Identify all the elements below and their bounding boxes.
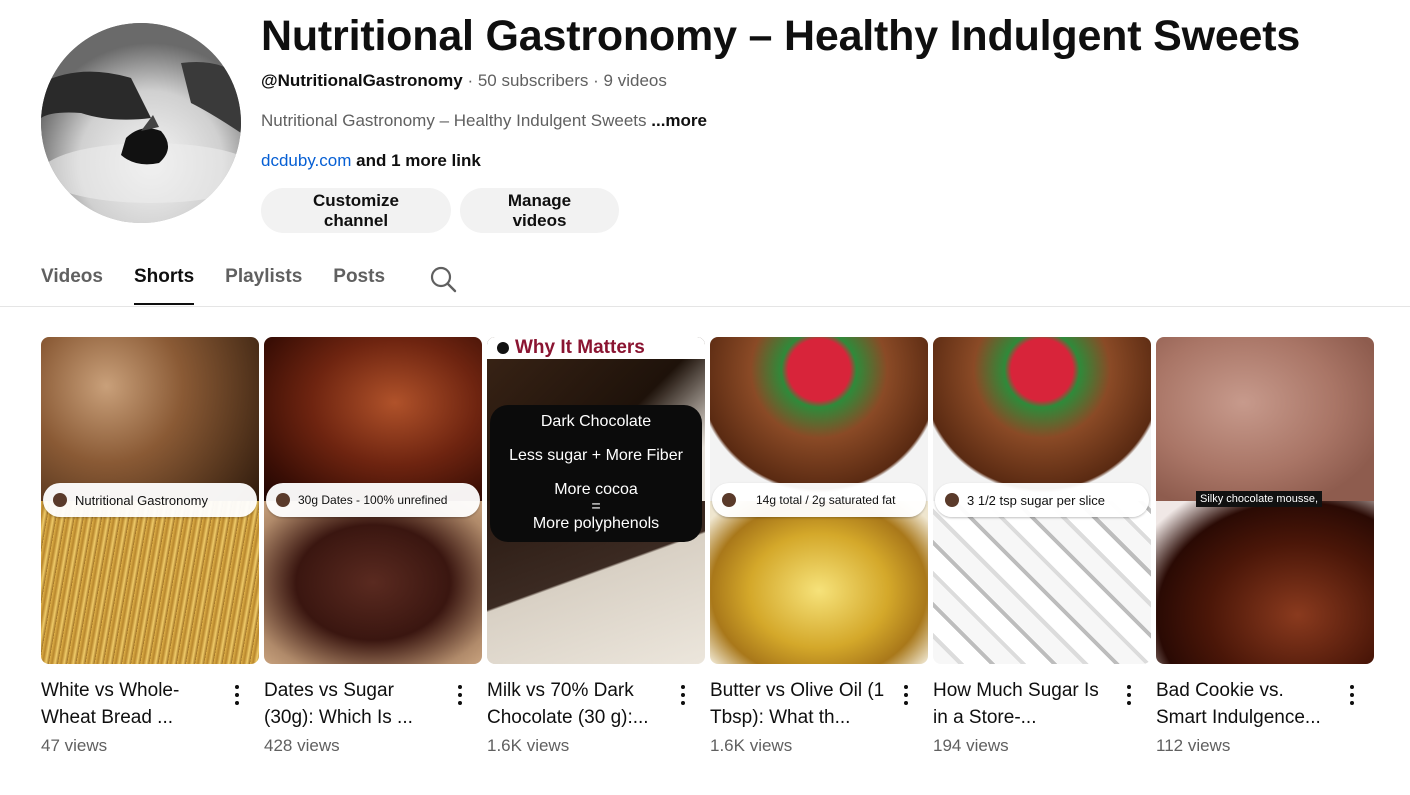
- search-icon[interactable]: [429, 265, 457, 293]
- short-title[interactable]: Milk vs 70% Dark Chocolate (30 g):...: [487, 677, 667, 731]
- bullet-icon: [497, 342, 509, 354]
- short-card[interactable]: 14g total / 2g saturated fat Butter vs O…: [710, 337, 928, 756]
- short-title[interactable]: White vs Whole-Wheat Bread ...: [41, 677, 221, 731]
- short-thumbnail[interactable]: 3 1/2 tsp sugar per slice: [933, 337, 1151, 664]
- channel-logo-icon: [53, 493, 67, 507]
- more-vert-icon[interactable]: [1119, 682, 1139, 708]
- short-views: 47 views: [41, 736, 108, 755]
- more-vert-icon[interactable]: [1342, 682, 1362, 708]
- description-more-link[interactable]: ...more: [651, 111, 707, 130]
- more-links-button[interactable]: and 1 more link: [356, 151, 481, 170]
- channel-website-link[interactable]: dcduby.com: [261, 151, 351, 170]
- tabs-divider: [0, 306, 1410, 307]
- short-card[interactable]: 3 1/2 tsp sugar per slice How Much Sugar…: [933, 337, 1151, 756]
- short-card[interactable]: Nutritional Gastronomy White vs Whole-Wh…: [41, 337, 259, 756]
- more-vert-icon[interactable]: [227, 682, 247, 708]
- short-overlay-box: Dark Chocolate Less sugar + More Fiber M…: [490, 405, 702, 542]
- short-title[interactable]: Bad Cookie vs. Smart Indulgence...: [1156, 677, 1336, 731]
- more-vert-icon[interactable]: [673, 682, 693, 708]
- tab-playlists[interactable]: Playlists: [225, 257, 302, 305]
- short-card[interactable]: 30g Dates - 100% unrefined Dates vs Suga…: [264, 337, 482, 756]
- channel-description[interactable]: Nutritional Gastronomy – Healthy Indulge…: [261, 111, 707, 131]
- short-overlay-caption: 14g total / 2g saturated fat: [712, 483, 926, 517]
- channel-meta: @NutritionalGastronomy · 50 subscribers …: [261, 71, 667, 91]
- video-count: 9 videos: [603, 71, 667, 90]
- short-card[interactable]: Why It Matters Dark Chocolate Less sugar…: [487, 337, 705, 756]
- manage-videos-button[interactable]: Manage videos: [460, 188, 619, 233]
- description-text: Nutritional Gastronomy – Healthy Indulge…: [261, 111, 647, 130]
- channel-links[interactable]: dcduby.com and 1 more link: [261, 151, 481, 171]
- short-views: 1.6K views: [487, 736, 570, 755]
- short-overlay-caption: Silky chocolate mousse,: [1196, 491, 1322, 507]
- short-title[interactable]: Dates vs Sugar (30g): Which Is ...: [264, 677, 444, 731]
- channel-title: Nutritional Gastronomy – Healthy Indulge…: [261, 12, 1301, 60]
- short-title[interactable]: How Much Sugar Is in a Store-...: [933, 677, 1113, 731]
- short-thumbnail[interactable]: Silky chocolate mousse,: [1156, 337, 1374, 664]
- short-title[interactable]: Butter vs Olive Oil (1 Tbsp): What th...: [710, 677, 890, 731]
- more-vert-icon[interactable]: [450, 682, 470, 708]
- tab-shorts[interactable]: Shorts: [133, 257, 195, 305]
- meta-separator: ·: [593, 71, 599, 90]
- short-views: 428 views: [264, 736, 340, 755]
- channel-logo-icon: [276, 493, 290, 507]
- short-overlay-caption: 30g Dates - 100% unrefined: [266, 483, 480, 517]
- tab-videos[interactable]: Videos: [41, 257, 103, 305]
- shorts-grid: Nutritional Gastronomy White vs Whole-Wh…: [41, 337, 1374, 756]
- short-card[interactable]: Silky chocolate mousse, Bad Cookie vs. S…: [1156, 337, 1374, 756]
- channel-handle: @NutritionalGastronomy: [261, 71, 463, 90]
- short-thumbnail[interactable]: Nutritional Gastronomy: [41, 337, 259, 664]
- meta-separator: ·: [467, 71, 474, 90]
- channel-logo-icon: [945, 493, 959, 507]
- short-thumbnail[interactable]: 30g Dates - 100% unrefined: [264, 337, 482, 664]
- short-overlay-heading: Why It Matters: [487, 337, 705, 359]
- more-vert-icon[interactable]: [896, 682, 916, 708]
- short-views: 194 views: [933, 736, 1009, 755]
- short-overlay-caption: 3 1/2 tsp sugar per slice: [935, 483, 1149, 517]
- tab-posts[interactable]: Posts: [333, 257, 385, 305]
- subscriber-count: 50 subscribers: [477, 71, 589, 90]
- short-thumbnail[interactable]: Why It Matters Dark Chocolate Less sugar…: [487, 337, 705, 664]
- short-thumbnail[interactable]: 14g total / 2g saturated fat: [710, 337, 928, 664]
- channel-avatar[interactable]: [41, 23, 241, 223]
- channel-logo-icon: [722, 493, 736, 507]
- short-views: 1.6K views: [710, 736, 793, 755]
- customize-channel-button[interactable]: Customize channel: [261, 188, 451, 233]
- short-overlay-caption: Nutritional Gastronomy: [43, 483, 257, 517]
- channel-tabs: Videos Shorts Playlists Posts: [41, 257, 416, 307]
- short-views: 112 views: [1156, 736, 1231, 755]
